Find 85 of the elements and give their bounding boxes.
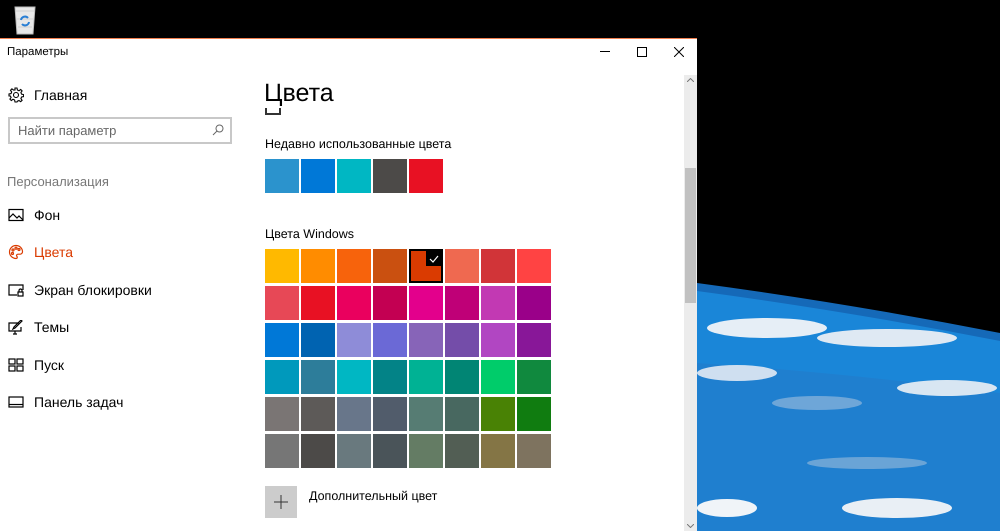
color-swatch[interactable] bbox=[265, 323, 299, 357]
color-swatch[interactable] bbox=[265, 249, 299, 283]
color-swatch[interactable] bbox=[301, 397, 335, 431]
taskbar-icon bbox=[8, 396, 24, 408]
color-swatch[interactable] bbox=[445, 360, 479, 394]
sidebar-item[interactable]: Темы bbox=[0, 308, 252, 346]
color-swatch[interactable] bbox=[517, 249, 551, 283]
color-swatch[interactable] bbox=[301, 323, 335, 357]
color-swatch[interactable] bbox=[481, 434, 515, 468]
sidebar-item[interactable]: Фон bbox=[0, 196, 252, 234]
color-swatch[interactable] bbox=[409, 159, 443, 193]
color-swatch[interactable] bbox=[265, 159, 299, 193]
sidebar-item[interactable]: Панель задач bbox=[0, 384, 252, 421]
color-swatch[interactable] bbox=[445, 434, 479, 468]
check-icon bbox=[428, 254, 438, 262]
color-swatch[interactable] bbox=[409, 397, 443, 431]
palette-icon bbox=[8, 244, 24, 260]
color-swatch[interactable] bbox=[265, 397, 299, 431]
search-field[interactable]: Найти параметр bbox=[8, 117, 232, 144]
color-swatch[interactable] bbox=[517, 397, 551, 431]
color-swatch[interactable] bbox=[409, 286, 443, 320]
color-swatch[interactable] bbox=[445, 249, 479, 283]
close-icon bbox=[674, 46, 684, 56]
page-title: Цвета bbox=[264, 78, 335, 108]
minimize-icon bbox=[600, 51, 610, 52]
color-swatch[interactable] bbox=[481, 249, 515, 283]
color-swatch[interactable] bbox=[481, 323, 515, 357]
color-swatch[interactable] bbox=[373, 159, 407, 193]
color-swatch[interactable] bbox=[301, 159, 335, 193]
section-label: Цвета Windows bbox=[265, 227, 356, 241]
lock-screen-icon bbox=[8, 282, 24, 297]
section-heading: Персонализация bbox=[7, 174, 110, 189]
color-swatch[interactable] bbox=[481, 360, 515, 394]
color-swatch[interactable] bbox=[373, 323, 407, 357]
color-swatch[interactable] bbox=[481, 286, 515, 320]
color-swatch[interactable] bbox=[337, 159, 371, 193]
scroll-up-icon[interactable] bbox=[687, 78, 694, 82]
tiles-icon bbox=[8, 358, 24, 372]
sidebar-item[interactable]: Экран блокировки bbox=[0, 271, 252, 308]
color-swatch[interactable] bbox=[409, 434, 443, 468]
search-icon bbox=[212, 124, 224, 136]
scrollbar[interactable] bbox=[684, 75, 697, 531]
color-swatch[interactable] bbox=[481, 397, 515, 431]
color-swatch[interactable] bbox=[517, 323, 551, 357]
section-label: Недавно использованные цвета bbox=[265, 137, 452, 151]
color-swatch[interactable] bbox=[409, 249, 443, 283]
add-color-label[interactable]: Дополнительный цвет bbox=[309, 489, 438, 503]
color-swatch[interactable] bbox=[445, 323, 479, 357]
color-swatch[interactable] bbox=[373, 249, 407, 283]
color-swatch[interactable] bbox=[517, 360, 551, 394]
color-swatch[interactable] bbox=[409, 323, 443, 357]
color-swatch[interactable] bbox=[373, 360, 407, 394]
color-swatch[interactable] bbox=[373, 397, 407, 431]
window-title: Параметры bbox=[6, 46, 70, 58]
add-color-button[interactable] bbox=[265, 486, 297, 518]
home-link[interactable]: Главная bbox=[0, 83, 252, 107]
color-swatch[interactable] bbox=[265, 360, 299, 394]
brush-monitor-icon bbox=[8, 320, 24, 335]
scrollbar-thumb[interactable] bbox=[685, 168, 696, 303]
color-swatch[interactable] bbox=[337, 360, 371, 394]
color-swatch[interactable] bbox=[265, 434, 299, 468]
color-swatch[interactable] bbox=[301, 360, 335, 394]
maximize-icon bbox=[636, 46, 646, 56]
sidebar-item[interactable]: Цвета bbox=[0, 234, 252, 271]
settings-icon bbox=[8, 87, 24, 103]
color-swatch[interactable] bbox=[337, 286, 371, 320]
plus-icon bbox=[274, 495, 288, 509]
sidebar-item[interactable]: Пуск bbox=[0, 346, 252, 384]
color-swatch[interactable] bbox=[301, 434, 335, 468]
color-swatch[interactable] bbox=[337, 434, 371, 468]
color-swatch[interactable] bbox=[337, 397, 371, 431]
color-swatch[interactable] bbox=[409, 360, 443, 394]
color-swatch[interactable] bbox=[445, 286, 479, 320]
color-swatch[interactable] bbox=[265, 286, 299, 320]
color-swatch[interactable] bbox=[517, 434, 551, 468]
color-swatch[interactable] bbox=[445, 397, 479, 431]
color-swatch[interactable] bbox=[517, 286, 551, 320]
color-swatch[interactable] bbox=[373, 286, 407, 320]
scroll-down-icon[interactable] bbox=[687, 524, 694, 528]
picture-icon bbox=[8, 208, 24, 222]
color-swatch[interactable] bbox=[373, 434, 407, 468]
color-swatch[interactable] bbox=[337, 323, 371, 357]
color-swatch[interactable] bbox=[301, 286, 335, 320]
color-swatch[interactable] bbox=[301, 249, 335, 283]
color-swatch[interactable] bbox=[337, 249, 371, 283]
